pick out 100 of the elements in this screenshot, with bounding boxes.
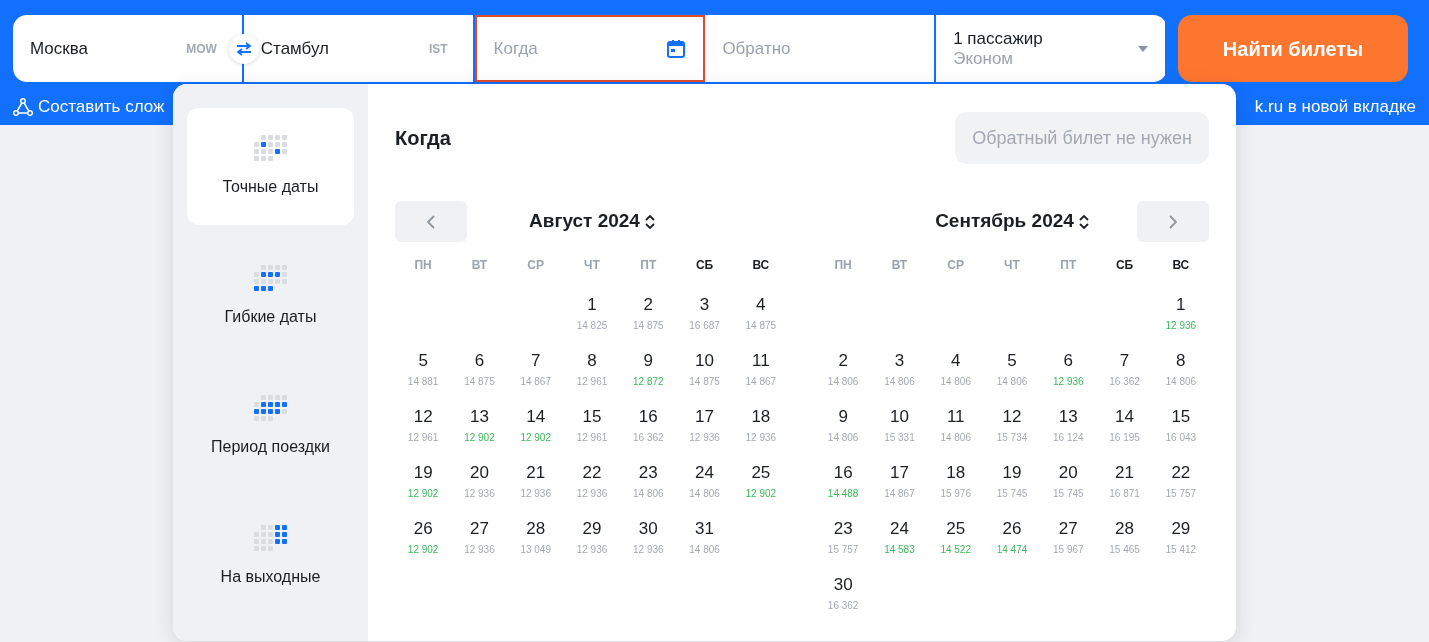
day-price: 14 806 (827, 375, 859, 389)
calendar-day[interactable]: 5 14 881 (407, 350, 439, 389)
month-selector[interactable]: Сентябрь 2024 (935, 207, 1089, 236)
date-mode-tab[interactable]: Период поездки (187, 368, 354, 485)
passengers-dropdown[interactable]: 1 пассажир Эконом (936, 15, 1167, 82)
calendar-day[interactable]: 3 16 687 (689, 294, 720, 333)
day-price: 15 465 (1109, 543, 1140, 557)
calendar-day[interactable]: 17 14 867 (884, 462, 915, 501)
calendar-day[interactable]: 7 14 867 (520, 350, 551, 389)
calendar-day[interactable]: 31 14 806 (689, 518, 720, 557)
link[interactable]: k.ru в новой вкладке (1254, 94, 1416, 120)
next-month-button[interactable] (1137, 201, 1209, 242)
day-price: 16 362 (633, 431, 664, 445)
date-mode-tab[interactable]: Гибкие даты (187, 238, 354, 355)
calendar-day[interactable]: 19 12 902 (407, 462, 439, 501)
calendar-day[interactable]: 16 14 488 (827, 462, 859, 501)
calendar-day[interactable]: 9 12 872 (633, 350, 664, 389)
calendar-day[interactable]: 24 14 806 (689, 462, 720, 501)
calendar-day[interactable]: 4 14 806 (940, 350, 971, 389)
calendar-day[interactable]: 26 12 902 (407, 518, 439, 557)
calendar-day[interactable]: 11 14 867 (745, 350, 777, 389)
calendar-day[interactable]: 14 12 902 (520, 406, 551, 445)
calendar-day[interactable]: 12 15 734 (996, 406, 1028, 445)
day-price: 14 806 (689, 543, 720, 557)
swap-icon (236, 42, 252, 56)
calendar-day[interactable]: 30 12 936 (633, 518, 664, 557)
calendar-day[interactable]: 21 16 871 (1109, 462, 1140, 501)
calendar-day[interactable]: 13 16 124 (1053, 406, 1084, 445)
calendar-day[interactable]: 8 14 806 (1165, 350, 1197, 389)
calendar-day[interactable]: 23 14 806 (633, 462, 664, 501)
calendar-day[interactable]: 29 15 412 (1165, 518, 1197, 557)
day-price: 15 734 (996, 431, 1028, 445)
cabin-class: Эконом (953, 48, 1015, 69)
calendar-day[interactable]: 6 14 875 (464, 350, 495, 389)
calendar-day[interactable]: 21 12 936 (520, 462, 551, 501)
date-mode-tab[interactable]: Точные даты (187, 108, 354, 225)
calendar-day[interactable]: 24 14 583 (884, 518, 915, 557)
day-price: 12 902 (745, 487, 777, 501)
calendar-day[interactable]: 11 14 806 (940, 406, 971, 445)
calendar-day[interactable]: 1 12 936 (1165, 294, 1197, 333)
link[interactable]: Составить слож (13, 94, 165, 120)
calendar-day[interactable]: 1 14 825 (576, 294, 608, 333)
caret-icon (1138, 45, 1148, 52)
calendar-day[interactable]: 10 15 331 (884, 406, 915, 445)
day-price: 14 522 (940, 543, 971, 557)
calendar-day[interactable]: 4 14 875 (745, 294, 777, 333)
up-down-icon (1078, 213, 1089, 230)
calendar-day[interactable]: 26 14 474 (996, 518, 1028, 557)
calendar-day[interactable]: 28 13 049 (520, 518, 551, 557)
calendar-day[interactable]: 23 15 757 (827, 518, 859, 557)
calendar-day[interactable]: 20 12 936 (464, 462, 495, 501)
day-price: 14 806 (940, 431, 971, 445)
day-price: 16 043 (1165, 431, 1197, 445)
airport-code: IST (428, 40, 448, 58)
previous-month-button[interactable] (395, 201, 467, 242)
day-price: 12 936 (464, 543, 495, 557)
calendar-day[interactable]: 18 12 936 (745, 406, 777, 445)
weekday-label: ПН (413, 257, 433, 274)
calendar-day[interactable]: 25 14 522 (940, 518, 971, 557)
day-price: 16 195 (1109, 431, 1140, 445)
month-selector[interactable]: Август 2024 (529, 207, 655, 236)
weekday-label: ВТ (470, 257, 489, 274)
calendar-day[interactable]: 12 12 961 (407, 406, 439, 445)
calendar-day[interactable]: 7 16 362 (1109, 350, 1140, 389)
calendar-day[interactable]: 22 12 936 (576, 462, 608, 501)
calendar-day[interactable]: 22 15 757 (1165, 462, 1197, 501)
day-price: 14 867 (520, 375, 551, 389)
date-mode-tab[interactable]: На выходные (187, 498, 354, 615)
day-price: 14 875 (633, 319, 664, 333)
day-price: 12 872 (633, 375, 664, 389)
calendar-day[interactable]: 30 16 362 (827, 574, 859, 613)
weekday-label: СБ (1114, 257, 1135, 274)
calendar-day[interactable]: 3 14 806 (884, 350, 915, 389)
swap-button[interactable] (229, 34, 259, 64)
calendar-day[interactable]: 9 14 806 (827, 406, 859, 445)
calendar-day[interactable]: 20 15 745 (1053, 462, 1084, 501)
calendar-day[interactable]: 29 12 936 (576, 518, 608, 557)
day-price: 12 902 (520, 431, 551, 445)
day-price: 16 124 (1053, 431, 1084, 445)
day-price: 14 875 (464, 375, 495, 389)
calendar-day[interactable]: 19 15 745 (996, 462, 1028, 501)
calendar-day[interactable]: 15 12 961 (576, 406, 608, 445)
day-price: 14 806 (940, 375, 971, 389)
calendar-day[interactable]: 25 12 902 (745, 462, 777, 501)
calendar-day[interactable]: 6 12 936 (1053, 350, 1084, 389)
calendar-day[interactable]: 13 12 902 (464, 406, 495, 445)
calendar-day[interactable]: 27 12 936 (464, 518, 495, 557)
calendar-day[interactable]: 2 14 875 (633, 294, 664, 333)
calendar-day[interactable]: 15 16 043 (1165, 406, 1197, 445)
calendar-day[interactable]: 16 16 362 (633, 406, 664, 445)
day-price: 14 806 (1165, 375, 1197, 389)
calendar-day[interactable]: 27 15 967 (1053, 518, 1084, 557)
calendar-day[interactable]: 5 14 806 (996, 350, 1028, 389)
calendar-day[interactable]: 14 16 195 (1109, 406, 1140, 445)
calendar-day[interactable]: 8 12 961 (576, 350, 608, 389)
calendar-day[interactable]: 17 12 936 (689, 406, 720, 445)
calendar-day[interactable]: 28 15 465 (1109, 518, 1140, 557)
calendar-day[interactable]: 2 14 806 (827, 350, 859, 389)
calendar-day[interactable]: 18 15 976 (940, 462, 971, 501)
calendar-day[interactable]: 10 14 875 (689, 350, 720, 389)
